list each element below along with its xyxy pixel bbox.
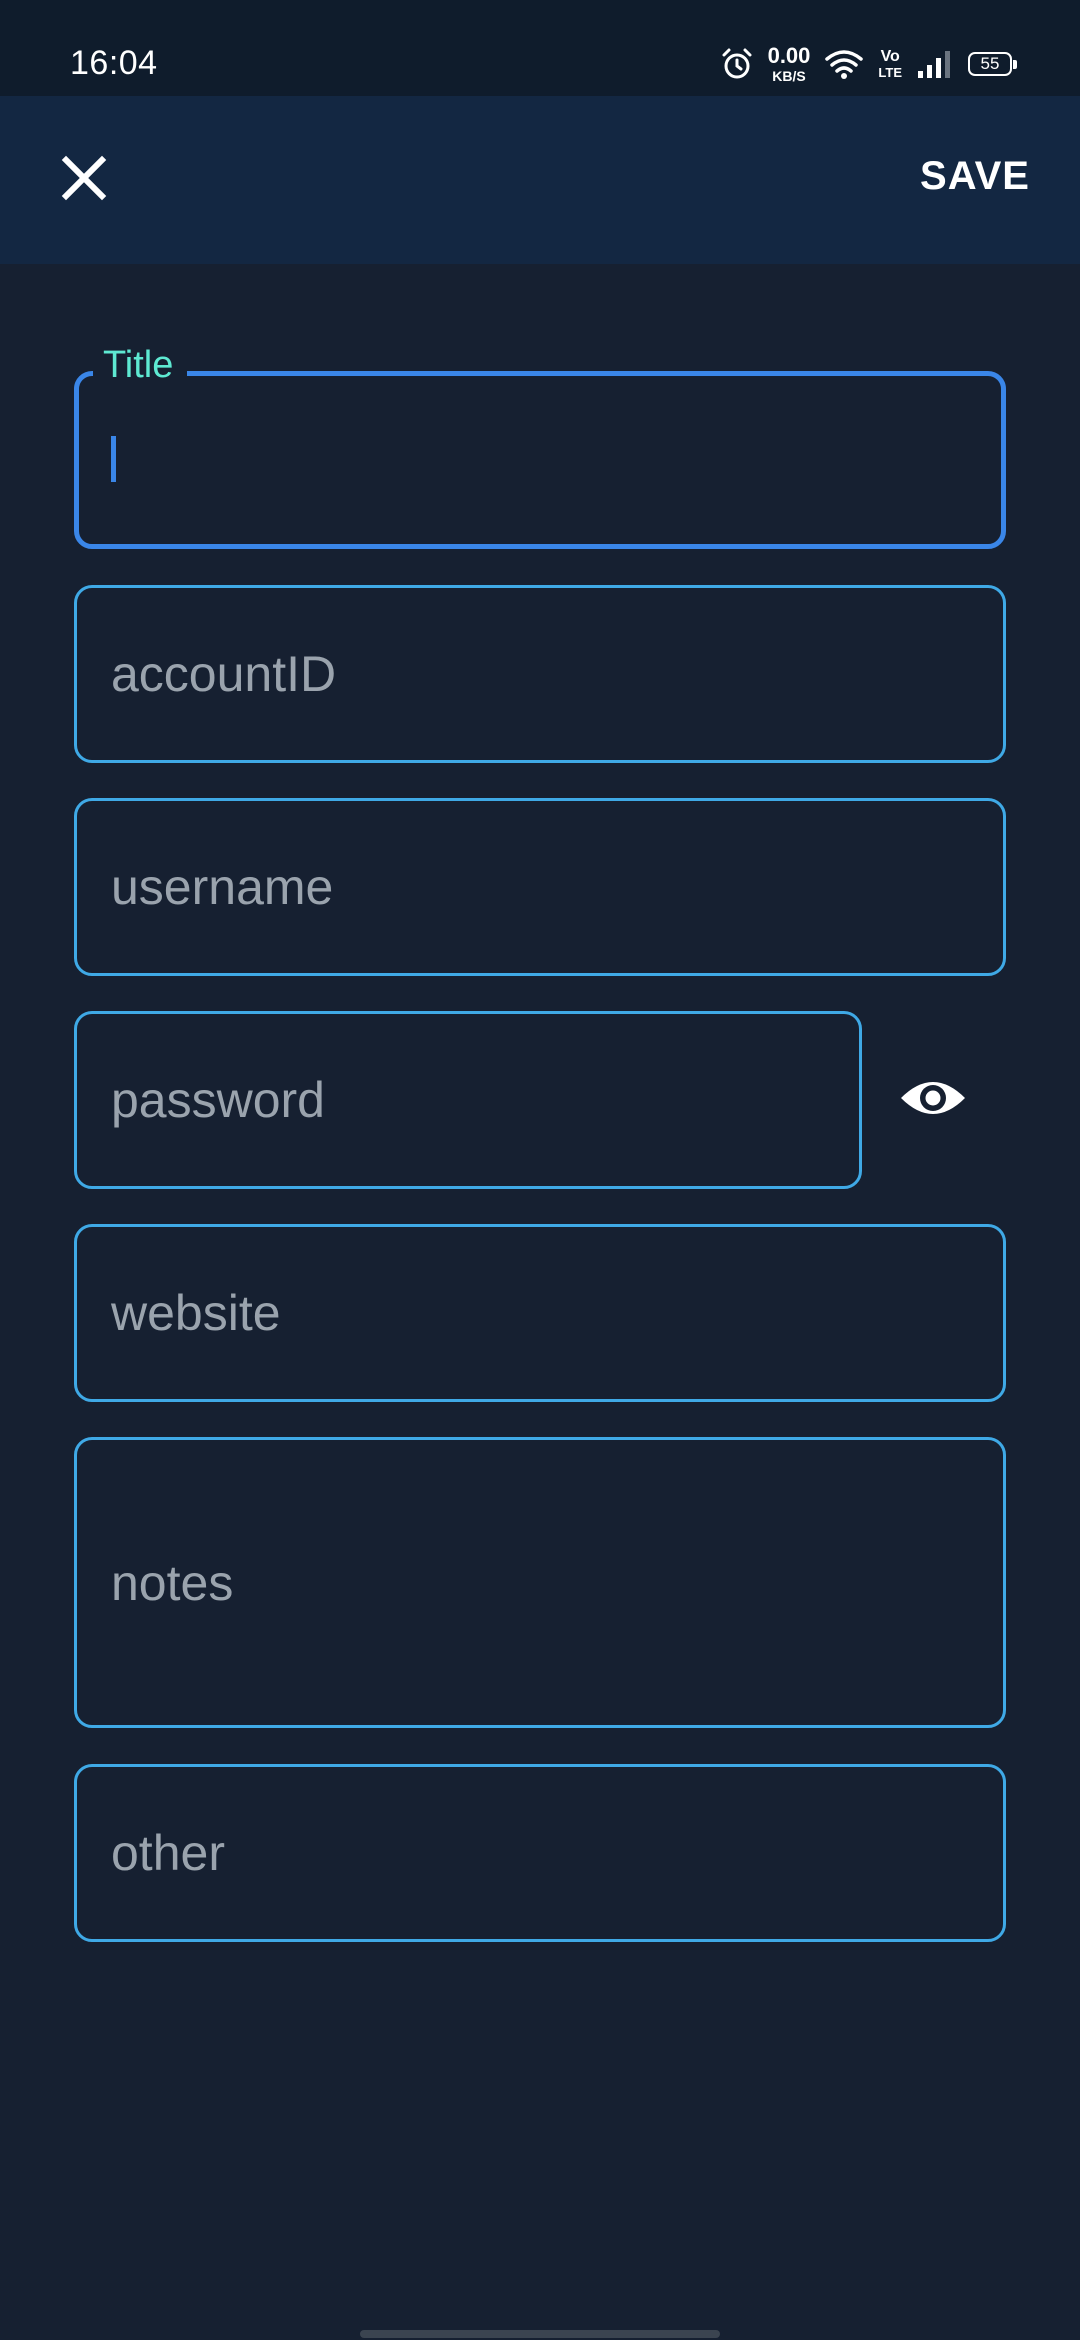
app-bar: SAVE xyxy=(0,96,1080,264)
username-placeholder: username xyxy=(111,859,334,915)
accountid-field[interactable]: accountID xyxy=(74,585,1006,763)
net-speed-value: 0.00 xyxy=(767,43,811,68)
save-button[interactable]: SAVE xyxy=(920,154,1030,199)
title-field[interactable]: Title xyxy=(74,344,1006,549)
status-icons: 0.00 KB/S Vo LTE 55 xyxy=(720,42,1017,86)
accountid-placeholder: accountID xyxy=(111,646,337,702)
status-bar: 16:04 0.00 KB/S Vo LTE 55 xyxy=(0,0,1080,96)
other-field[interactable]: other xyxy=(74,1764,1006,1942)
title-label: Title xyxy=(93,344,188,387)
password-visibility-toggle[interactable] xyxy=(898,1070,968,1130)
close-icon xyxy=(60,154,108,207)
text-cursor xyxy=(111,436,116,482)
volte-top: Vo xyxy=(880,48,900,65)
notes-field[interactable]: notes xyxy=(74,1437,1006,1728)
net-speed: 0.00 KB/S xyxy=(767,43,811,84)
password-placeholder: password xyxy=(111,1072,325,1128)
close-button[interactable] xyxy=(48,144,120,216)
wifi-icon xyxy=(824,48,864,80)
alarm-icon xyxy=(720,47,754,81)
volte-indicator: Vo LTE xyxy=(878,48,902,80)
website-placeholder: website xyxy=(111,1285,281,1341)
home-indicator[interactable] xyxy=(360,2330,720,2338)
status-time: 16:04 xyxy=(70,44,158,82)
signal-icon xyxy=(916,49,954,79)
net-speed-unit: KB/S xyxy=(772,68,806,84)
other-placeholder: other xyxy=(111,1825,225,1881)
website-field[interactable]: website xyxy=(74,1224,1006,1402)
username-field[interactable]: username xyxy=(74,798,1006,976)
battery-icon: 55 xyxy=(968,52,1017,76)
eye-icon xyxy=(899,1074,967,1127)
notes-placeholder: notes xyxy=(111,1554,234,1611)
password-field[interactable]: password xyxy=(74,1011,862,1189)
volte-bottom: LTE xyxy=(878,65,902,80)
